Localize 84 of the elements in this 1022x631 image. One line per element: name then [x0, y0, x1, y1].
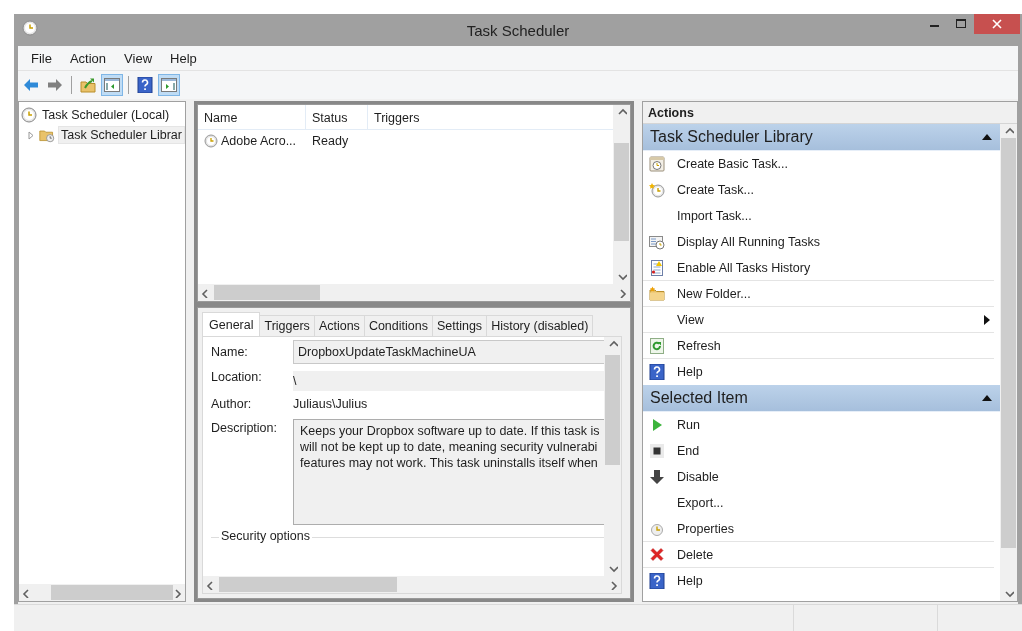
command-item[interactable]: Delete	[643, 542, 994, 568]
scrollbar[interactable]	[613, 105, 630, 284]
field-label: Author:	[211, 396, 253, 411]
tab[interactable]: Settings	[431, 315, 488, 336]
scroll-thumb[interactable]	[51, 585, 173, 600]
scroll-thumb[interactable]	[219, 577, 397, 592]
pane-title: Actions	[643, 102, 1017, 124]
command-item[interactable]: Refresh	[643, 333, 994, 359]
section-header[interactable]: Task Scheduler Library	[643, 124, 1000, 151]
calendar-clock-icon	[649, 156, 665, 172]
expander-icon[interactable]	[26, 130, 35, 140]
scroll-thumb[interactable]	[614, 143, 629, 241]
name-field[interactable]: DropboxUpdateTaskMachineUA	[293, 340, 604, 364]
command-item[interactable]: Run	[643, 412, 994, 438]
command-item[interactable]: Help	[643, 359, 994, 385]
group-title: Security options	[219, 529, 312, 543]
tab[interactable]: General	[202, 312, 261, 336]
menu-item[interactable]: File	[22, 50, 61, 66]
collapse-icon[interactable]	[982, 395, 992, 401]
scroll-thumb[interactable]	[1001, 138, 1016, 548]
help-icon	[137, 77, 153, 93]
command-item[interactable]: Disable	[643, 464, 994, 490]
tree-item[interactable]: Task Scheduler Librar	[58, 126, 185, 144]
field-label: Description:	[211, 420, 278, 435]
forward-icon	[47, 77, 63, 93]
scrollbar[interactable]	[604, 337, 621, 576]
maximize-icon	[955, 19, 967, 29]
clock-icon	[204, 134, 218, 148]
folder-icon	[80, 77, 96, 93]
field-label: Name:	[211, 344, 249, 359]
column-header[interactable]: Name	[198, 105, 306, 129]
clock-icon	[22, 20, 38, 36]
menu-item[interactable]: View	[115, 50, 162, 66]
command-item[interactable]: Create Task...	[643, 177, 994, 203]
column-header[interactable]: Triggers	[368, 105, 613, 129]
command-item[interactable]: Help	[643, 568, 994, 594]
folder-icon	[649, 285, 665, 302]
description-box[interactable]: Keeps your Dropbox software up to date. If this task is will not be kept up to date, meaning security vulnerabi features may not work. This task uninstalls itself when	[293, 419, 604, 525]
menu-item[interactable]: Help	[161, 50, 206, 66]
refresh-icon	[649, 337, 665, 354]
scrollbar[interactable]	[1000, 124, 1017, 601]
menu-item[interactable]: Action	[60, 50, 116, 66]
column-header[interactable]: Status	[306, 105, 368, 129]
command-item[interactable]: Properties	[643, 516, 994, 542]
author-value: Juliaus\Julius	[293, 396, 369, 411]
command-item[interactable]: Create Basic Task...	[643, 151, 994, 177]
command-item[interactable]: View	[643, 307, 994, 333]
command-item[interactable]: New Folder...	[643, 281, 994, 307]
help-icon	[649, 573, 665, 589]
window-title: Task Scheduler	[466, 22, 570, 39]
clock-icon	[21, 107, 37, 123]
scrollbar[interactable]	[198, 284, 630, 301]
command-item[interactable]: End	[643, 438, 994, 464]
scroll-thumb[interactable]	[214, 285, 320, 300]
scrollbar[interactable]	[203, 576, 621, 593]
toolbar-button[interactable]	[134, 74, 156, 96]
list-clock-icon	[649, 234, 665, 250]
close-icon	[992, 19, 1002, 29]
command-item[interactable]: Enable All Tasks History	[643, 255, 994, 281]
help-icon	[649, 364, 665, 380]
tree-item[interactable]: Task Scheduler (Local)	[40, 107, 172, 123]
location-value[interactable]: \	[293, 371, 604, 391]
scrollbar[interactable]	[19, 584, 185, 601]
clock-icon	[649, 182, 665, 198]
collapse-icon[interactable]	[982, 134, 992, 140]
toolbar-button[interactable]	[101, 74, 123, 96]
field-label: Location:	[211, 369, 263, 384]
down-arrow-icon	[649, 469, 665, 485]
command-item[interactable]: Export...	[643, 490, 994, 516]
command-item[interactable]: Display All Running Tasks	[643, 229, 994, 255]
tab[interactable]: Triggers	[259, 315, 315, 336]
delete-icon	[649, 546, 665, 563]
pane-icon	[104, 77, 120, 93]
pane-icon	[161, 77, 177, 93]
stop-icon	[649, 443, 665, 459]
back-icon	[23, 77, 39, 93]
section-header[interactable]: Selected Item	[643, 385, 1000, 412]
toolbar-button[interactable]	[158, 74, 180, 96]
scroll-thumb[interactable]	[605, 355, 620, 465]
command-item[interactable]: Import Task...	[643, 203, 994, 229]
table-cell: Adobe Acro...	[198, 134, 306, 148]
tab[interactable]: History (disabled)	[486, 315, 594, 336]
notepad-icon	[649, 259, 665, 276]
table-cell-text: Ready	[311, 134, 350, 148]
